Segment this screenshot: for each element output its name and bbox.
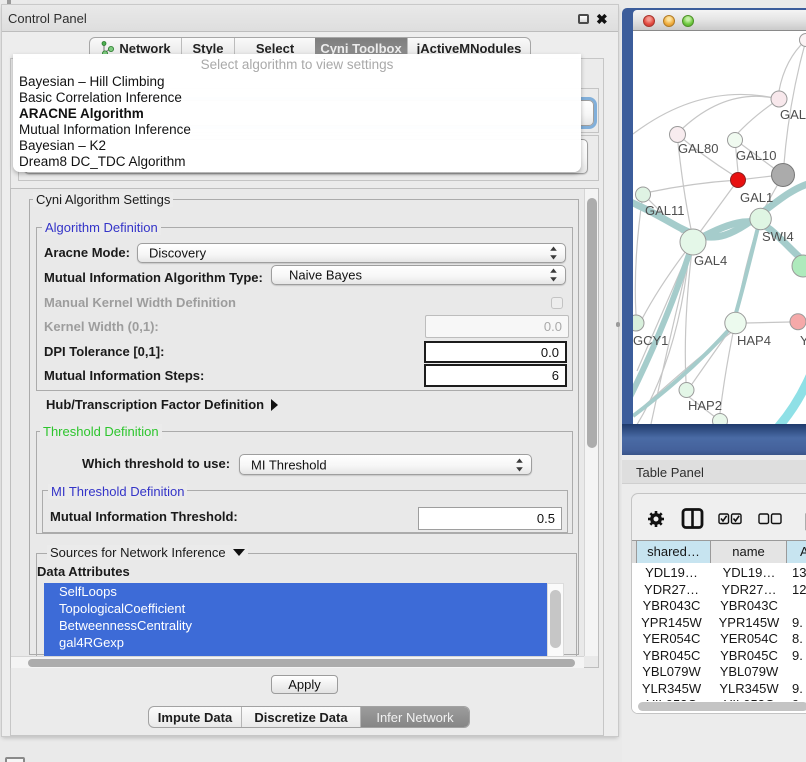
svg-text:GAL80: GAL80 (678, 141, 718, 156)
svg-text:GAL2: GAL2 (780, 107, 806, 122)
svg-text:HAP4: HAP4 (737, 333, 771, 348)
svg-text:GAL10: GAL10 (736, 148, 776, 163)
svg-text:GAL11: GAL11 (645, 203, 685, 218)
svg-text:HAP2: HAP2 (688, 398, 722, 413)
svg-text:Y: Y (800, 333, 806, 348)
svg-text:GAL1: GAL1 (740, 190, 773, 205)
svg-text:SWI4: SWI4 (762, 229, 794, 244)
svg-text:GCY1: GCY1 (633, 333, 668, 348)
svg-text:GAL4: GAL4 (694, 253, 727, 268)
